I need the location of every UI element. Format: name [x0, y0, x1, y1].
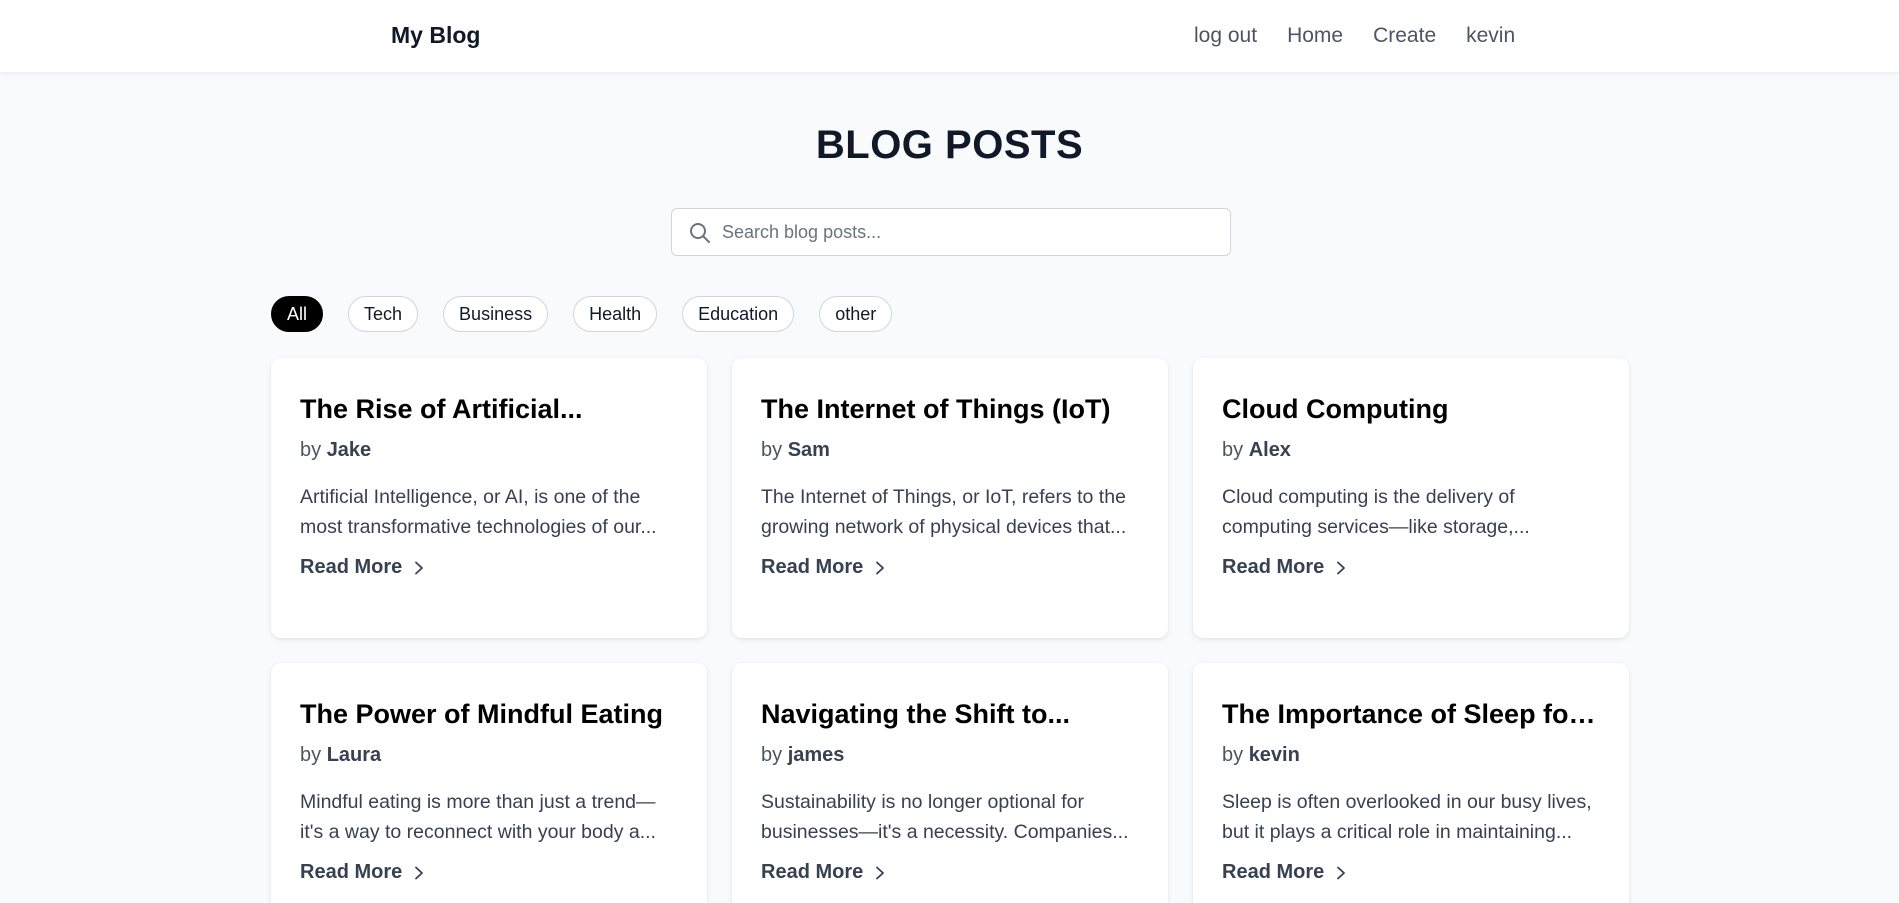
post-excerpt: The Internet of Things, or IoT, refers t…	[761, 486, 1127, 538]
category-filters: All Tech Business Health Education other	[271, 296, 893, 332]
search-input[interactable]	[722, 209, 1212, 255]
read-more-label: Read More	[1222, 556, 1325, 578]
filter-chip-other[interactable]: other	[819, 296, 893, 332]
post-author-line: by Sam	[761, 436, 1139, 464]
post-title[interactable]: The Internet of Things (IoT)	[761, 392, 1139, 426]
post-by-label: by	[300, 744, 322, 766]
post-by-label: by	[761, 744, 783, 766]
read-more-link[interactable]: Read More	[300, 556, 426, 579]
post-author: kevin	[1248, 744, 1300, 766]
filter-chip-education[interactable]: Education	[682, 296, 795, 332]
read-more-label: Read More	[300, 861, 403, 883]
post-author-line: by Laura	[300, 741, 678, 769]
post-author-line: by kevin	[1222, 741, 1600, 769]
post-title[interactable]: The Power of Mindful Eating	[300, 697, 678, 731]
page-title: BLOG POSTS	[815, 123, 1084, 167]
post-card: The Importance of Sleep for... by kevin …	[1193, 663, 1629, 903]
chevron-right-icon	[876, 561, 885, 574]
post-title[interactable]: The Rise of Artificial...	[300, 392, 678, 426]
filter-chip-all[interactable]: All	[271, 296, 324, 332]
read-more-link[interactable]: Read More	[1222, 861, 1348, 884]
post-card: The Internet of Things (IoT) by Sam The …	[732, 358, 1168, 638]
post-card: The Power of Mindful Eating by Laura Min…	[271, 663, 707, 903]
post-by-label: by	[300, 439, 322, 461]
read-more-link[interactable]: Read More	[761, 556, 887, 579]
read-more-label: Read More	[1222, 861, 1325, 883]
read-more-link[interactable]: Read More	[761, 861, 887, 884]
top-navbar: My Blog log out Home Create kevin	[0, 0, 1899, 73]
post-card: The Rise of Artificial... by Jake Artifi…	[271, 358, 707, 638]
post-title[interactable]: Cloud Computing	[1222, 392, 1600, 426]
post-excerpt: Mindful eating is more than just a trend…	[300, 791, 656, 843]
chevron-right-icon	[1337, 866, 1346, 879]
chevron-right-icon	[415, 866, 424, 879]
chevron-right-icon	[415, 561, 424, 574]
filter-chip-tech[interactable]: Tech	[348, 296, 419, 332]
read-more-label: Read More	[761, 556, 864, 578]
chevron-right-icon	[1337, 561, 1346, 574]
post-author-line: by Alex	[1222, 436, 1600, 464]
nav-links: log out Home Create kevin	[1194, 24, 1515, 48]
post-by-label: by	[1222, 439, 1244, 461]
filter-chip-business[interactable]: Business	[443, 296, 549, 332]
post-excerpt: Artificial Intelligence, or AI, is one o…	[300, 486, 657, 538]
search-icon	[690, 223, 710, 243]
post-excerpt: Sustainability is no longer optional for…	[761, 791, 1129, 843]
post-excerpt: Sleep is often overlooked in our busy li…	[1222, 791, 1592, 843]
post-by-label: by	[1222, 744, 1244, 766]
post-author-line: by Jake	[300, 436, 678, 464]
post-card: Cloud Computing by Alex Cloud computing …	[1193, 358, 1629, 638]
search-box	[671, 208, 1231, 256]
read-more-label: Read More	[761, 861, 864, 883]
brand-logo-text[interactable]: My Blog	[391, 22, 480, 49]
nav-create-link[interactable]: Create	[1373, 24, 1436, 48]
read-more-link[interactable]: Read More	[300, 861, 426, 884]
post-card: Navigating the Shift to... by james Sust…	[732, 663, 1168, 903]
post-grid: The Rise of Artificial... by Jake Artifi…	[271, 358, 1629, 903]
post-author: Laura	[326, 744, 382, 766]
post-excerpt: Cloud computing is the delivery of compu…	[1222, 486, 1530, 538]
nav-home-link[interactable]: Home	[1287, 24, 1343, 48]
read-more-label: Read More	[300, 556, 403, 578]
filter-chip-health[interactable]: Health	[573, 296, 658, 332]
post-author-line: by james	[761, 741, 1139, 769]
post-author: Jake	[326, 439, 372, 461]
nav-logout-link[interactable]: log out	[1194, 24, 1257, 48]
read-more-link[interactable]: Read More	[1222, 556, 1348, 579]
nav-user-link[interactable]: kevin	[1466, 24, 1515, 48]
post-title[interactable]: Navigating the Shift to...	[761, 697, 1139, 731]
chevron-right-icon	[876, 866, 885, 879]
post-title[interactable]: The Importance of Sleep for...	[1222, 697, 1600, 731]
post-author: Alex	[1248, 439, 1291, 461]
post-author: james	[787, 744, 845, 766]
post-author: Sam	[787, 439, 830, 461]
post-by-label: by	[761, 439, 783, 461]
